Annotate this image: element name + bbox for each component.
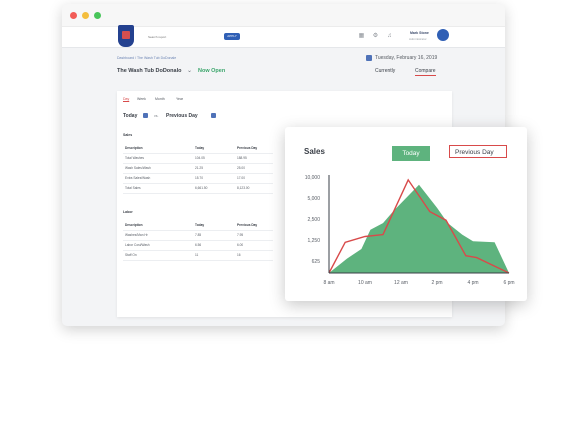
- store-status: Now Open: [198, 68, 226, 74]
- table-cell: 17.00: [237, 176, 245, 180]
- compare-previous-label: Previous Day: [166, 113, 198, 119]
- table-cell: Labor Cost/Wash: [125, 243, 150, 247]
- table-header: Description Today Previous Day: [123, 144, 273, 154]
- user-name: Mark Stone: [410, 31, 429, 35]
- column-header: Today: [195, 146, 205, 150]
- y-tick-label: 2,500: [307, 217, 320, 223]
- calendar-icon[interactable]: [211, 113, 216, 118]
- column-header: Previous Day: [237, 223, 258, 227]
- table-row: Washes/Man Hr 7.85 7.95: [123, 231, 273, 241]
- table-cell: Washes/Man Hr: [125, 233, 148, 237]
- sales-table: Description Today Previous Day Total Was…: [123, 144, 273, 194]
- tab-month[interactable]: Month: [155, 97, 165, 101]
- gear-icon[interactable]: ⚙: [372, 33, 379, 40]
- avatar[interactable]: [437, 29, 449, 41]
- table-cell: 104.05: [195, 156, 205, 160]
- x-tick-label: 2 pm: [431, 280, 442, 286]
- chevron-down-icon[interactable]: ⌄: [187, 67, 192, 74]
- compare-today-label: Today: [123, 113, 138, 119]
- column-header: Previous Day: [237, 146, 258, 150]
- y-tick-label: 625: [312, 259, 321, 265]
- table-cell: Staff On: [125, 253, 137, 257]
- table-cell: 11: [195, 253, 199, 257]
- tab-week[interactable]: Week: [137, 97, 146, 101]
- x-tick-label: 8 am: [323, 280, 334, 286]
- sales-section-title: Sales: [123, 133, 133, 137]
- table-row: Staff On 11 16: [123, 251, 273, 261]
- search-input[interactable]: [148, 32, 224, 42]
- labor-section-title: Labor: [123, 210, 133, 214]
- x-tick-label: 6 pm: [503, 280, 514, 286]
- bell-icon[interactable]: ♫: [386, 33, 393, 40]
- minimize-window-button[interactable]: [82, 12, 89, 19]
- table-row: Labor Cost/Wash 6.56 6.00: [123, 241, 273, 251]
- table-cell: 8,123.00: [237, 186, 250, 190]
- compare-vs-label: vs.: [154, 114, 159, 118]
- column-header: Description: [125, 223, 143, 227]
- y-tick-label: 5,000: [307, 196, 320, 202]
- y-tick-label: 10,000: [305, 175, 321, 181]
- table-cell: Total Sales: [125, 186, 141, 190]
- sales-chart: 625 1,250 2,500 5,000 10,000 8 am 10 am 12 am 2 …: [305, 175, 515, 286]
- app-header: APPLY ▦ ⚙ ♫ Mark Stone Administrator: [62, 25, 505, 48]
- tab-day[interactable]: Day: [123, 97, 129, 101]
- table-cell: 6.00: [237, 243, 244, 247]
- table-row: Total Washes 104.05 188.95: [123, 154, 273, 164]
- labor-table: Description Today Previous Day Washes/Ma…: [123, 221, 273, 261]
- tab-year[interactable]: Year: [176, 97, 183, 101]
- calendar-icon[interactable]: [143, 113, 148, 118]
- column-header: Today: [195, 223, 205, 227]
- tab-compare[interactable]: Compare: [415, 68, 436, 76]
- apply-button[interactable]: APPLY: [224, 33, 240, 40]
- table-cell: 6.56: [195, 243, 202, 247]
- tab-currently[interactable]: Currently: [375, 68, 395, 74]
- brand-logo[interactable]: [118, 25, 134, 47]
- x-tick-label: 10 am: [358, 280, 372, 286]
- table-row: Total Sales 6,661.50 8,123.00: [123, 184, 273, 194]
- table-cell: Extra Sales/Wash: [125, 176, 151, 180]
- table-cell: 6,661.50: [195, 186, 208, 190]
- window-titlebar: [62, 4, 505, 27]
- column-header: Description: [125, 146, 143, 150]
- table-header: Description Today Previous Day: [123, 221, 273, 231]
- user-role: Administrator: [409, 37, 427, 41]
- table-cell: Total Washes: [125, 156, 145, 160]
- table-cell: 7.95: [237, 233, 244, 237]
- table-cell: 21.25: [195, 166, 203, 170]
- chart-icon[interactable]: ▦: [358, 33, 365, 40]
- table-cell: 15.70: [195, 176, 203, 180]
- table-row: Wash Sales/Wash 21.25 25.00: [123, 164, 273, 174]
- table-cell: 188.95: [237, 156, 247, 160]
- x-tick-label: 12 am: [394, 280, 408, 286]
- breadcrumb[interactable]: Dashboard / The Wash Tub DoDonale: [117, 56, 176, 60]
- current-date: Tuesday, February 16, 2019: [375, 55, 438, 61]
- maximize-window-button[interactable]: [94, 12, 101, 19]
- table-cell: 25.00: [237, 166, 245, 170]
- table-cell: 7.85: [195, 233, 202, 237]
- close-window-button[interactable]: [70, 12, 77, 19]
- table-cell: Wash Sales/Wash: [125, 166, 151, 170]
- calendar-icon[interactable]: [366, 55, 372, 61]
- table-row: Extra Sales/Wash 15.70 17.00: [123, 174, 273, 184]
- sales-chart-popup: Sales Today Previous Day 625 1,250 2,500 5,…: [285, 127, 527, 301]
- store-name[interactable]: The Wash Tub DoDonalo: [117, 68, 181, 74]
- table-cell: 16: [237, 253, 241, 257]
- x-tick-label: 4 pm: [467, 280, 478, 286]
- y-tick-label: 1,250: [307, 238, 320, 244]
